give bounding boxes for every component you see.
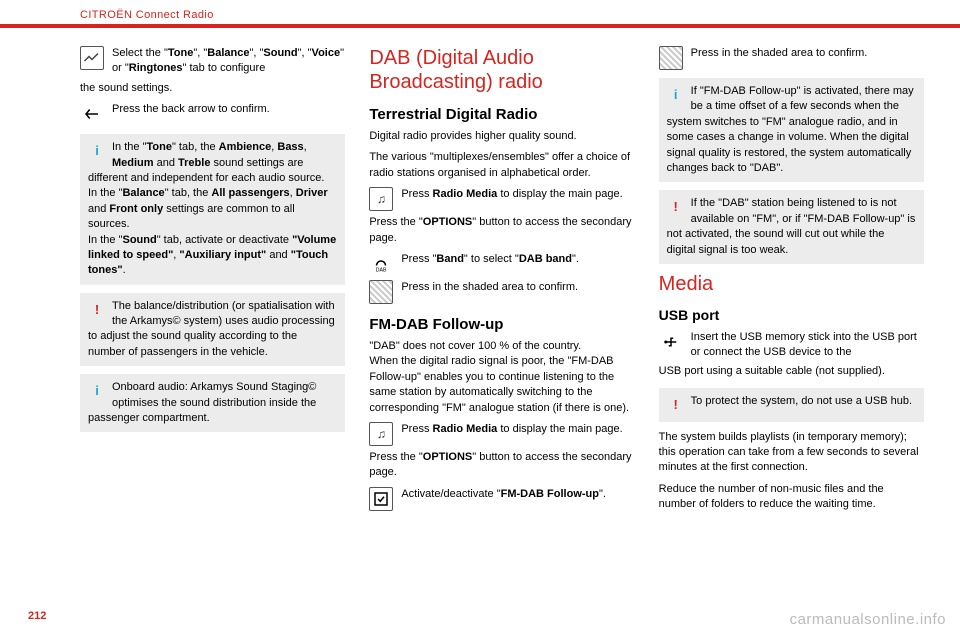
warning-dab-unavailable: ! If the "DAB" station being listened to… (659, 190, 924, 264)
page-columns: Select the "Tone", "Balance", "Sound", "… (0, 28, 960, 519)
body-text: Press in the shaded area to confirm. (401, 280, 578, 295)
para-activate-followup: Activate/deactivate "FM-DAB Follow-up". (369, 487, 634, 511)
body-text: Press the back arrow to confirm. (112, 102, 270, 117)
body-text: Press in the shaded area to confirm. (691, 46, 868, 61)
shaded-area-icon (369, 280, 393, 304)
warning-text: If the "DAB" station being listened to i… (667, 197, 916, 255)
svg-text:DAB: DAB (376, 267, 387, 273)
watermark: carmanualsonline.info (790, 609, 946, 630)
body-text: "DAB" does not cover 100 % of the countr… (369, 339, 634, 416)
info-icon: i (667, 86, 685, 104)
body-text: Press the "OPTIONS" button to access the… (369, 215, 634, 246)
section-heading-media: Media (659, 272, 924, 296)
para-radio-media-1: ♫ Press Radio Media to display the main … (369, 187, 634, 211)
subheading-terrestrial: Terrestrial Digital Radio (369, 104, 634, 125)
body-text: The system builds playlists (in temporar… (659, 430, 924, 476)
para-usb-insert: Insert the USB memory stick into the USB… (659, 330, 924, 361)
note-text: Onboard audio: Arkamys Sound Staging© op… (88, 381, 316, 424)
column-left: Select the "Tone", "Balance", "Sound", "… (80, 46, 345, 519)
warning-usb-hub: ! To protect the system, do not use a US… (659, 388, 924, 422)
checkbox-edit-icon (369, 487, 393, 511)
warning-icon: ! (667, 198, 685, 216)
info-note-followup-offset: i If "FM-DAB Follow-up" is activated, th… (659, 78, 924, 182)
warning-icon: ! (667, 396, 685, 414)
subheading-fmdab: FM-DAB Follow-up (369, 314, 634, 335)
header-bar: CITROËN Connect Radio (0, 0, 960, 28)
para-shaded-confirm-1: Press in the shaded area to confirm. (369, 280, 634, 304)
body-text: USB port using a suitable cable (not sup… (659, 364, 924, 379)
body-text: The various "multiplexes/ensembles" offe… (369, 150, 634, 181)
subheading-usb: USB port (659, 306, 924, 326)
section-heading-dab: DAB (Digital Audio Broadcasting) radio (369, 46, 634, 94)
para-back-arrow: Press the back arrow to confirm. (80, 102, 345, 126)
warning-arkamys: ! The balance/distribution (or spatialis… (80, 293, 345, 367)
back-arrow-icon (80, 102, 104, 126)
info-note-tone: i In the "Tone" tab, the Ambience, Bass,… (80, 134, 345, 285)
warning-text: To protect the system, do not use a USB … (691, 395, 912, 407)
music-note-icon: ♫ (369, 187, 393, 211)
body-text: the sound settings. (80, 81, 345, 96)
body-text: Select the "Tone", "Balance", "Sound", "… (112, 46, 345, 77)
warning-text: The balance/distribution (or spatialisat… (88, 300, 335, 358)
body-text: Press the "OPTIONS" button to access the… (369, 450, 634, 481)
para-band: DAB Press "Band" to select "DAB band". (369, 252, 634, 276)
body-text: Digital radio provides higher quality so… (369, 129, 634, 144)
para-radio-media-2: ♫ Press Radio Media to display the main … (369, 422, 634, 446)
para-tone-select: Select the "Tone", "Balance", "Sound", "… (80, 46, 345, 77)
music-note-icon: ♫ (369, 422, 393, 446)
equalizer-icon (80, 46, 104, 70)
body-text: Activate/deactivate "FM-DAB Follow-up". (401, 487, 606, 502)
para-shaded-confirm-2: Press in the shaded area to confirm. (659, 46, 924, 70)
info-icon: i (88, 382, 106, 400)
note-text: If "FM-DAB Follow-up" is activated, ther… (667, 85, 914, 174)
info-note-onboard-audio: i Onboard audio: Arkamys Sound Staging© … (80, 374, 345, 432)
column-middle: DAB (Digital Audio Broadcasting) radio T… (369, 46, 634, 519)
body-text: Press Radio Media to display the main pa… (401, 187, 622, 202)
body-text: Press Radio Media to display the main pa… (401, 422, 622, 437)
dab-icon: DAB (369, 252, 393, 276)
usb-icon (659, 330, 683, 354)
column-right: Press in the shaded area to confirm. i I… (659, 46, 924, 519)
body-text: Insert the USB memory stick into the USB… (691, 330, 924, 361)
warning-icon: ! (88, 301, 106, 319)
note-text: In the "Tone" tab, the Ambience, Bass, M… (88, 141, 336, 276)
header-title: CITROËN Connect Radio (80, 9, 214, 21)
page-number: 212 (28, 609, 46, 624)
shaded-area-icon (659, 46, 683, 70)
body-text: Reduce the number of non-music files and… (659, 482, 924, 513)
info-icon: i (88, 142, 106, 160)
body-text: Press "Band" to select "DAB band". (401, 252, 579, 267)
